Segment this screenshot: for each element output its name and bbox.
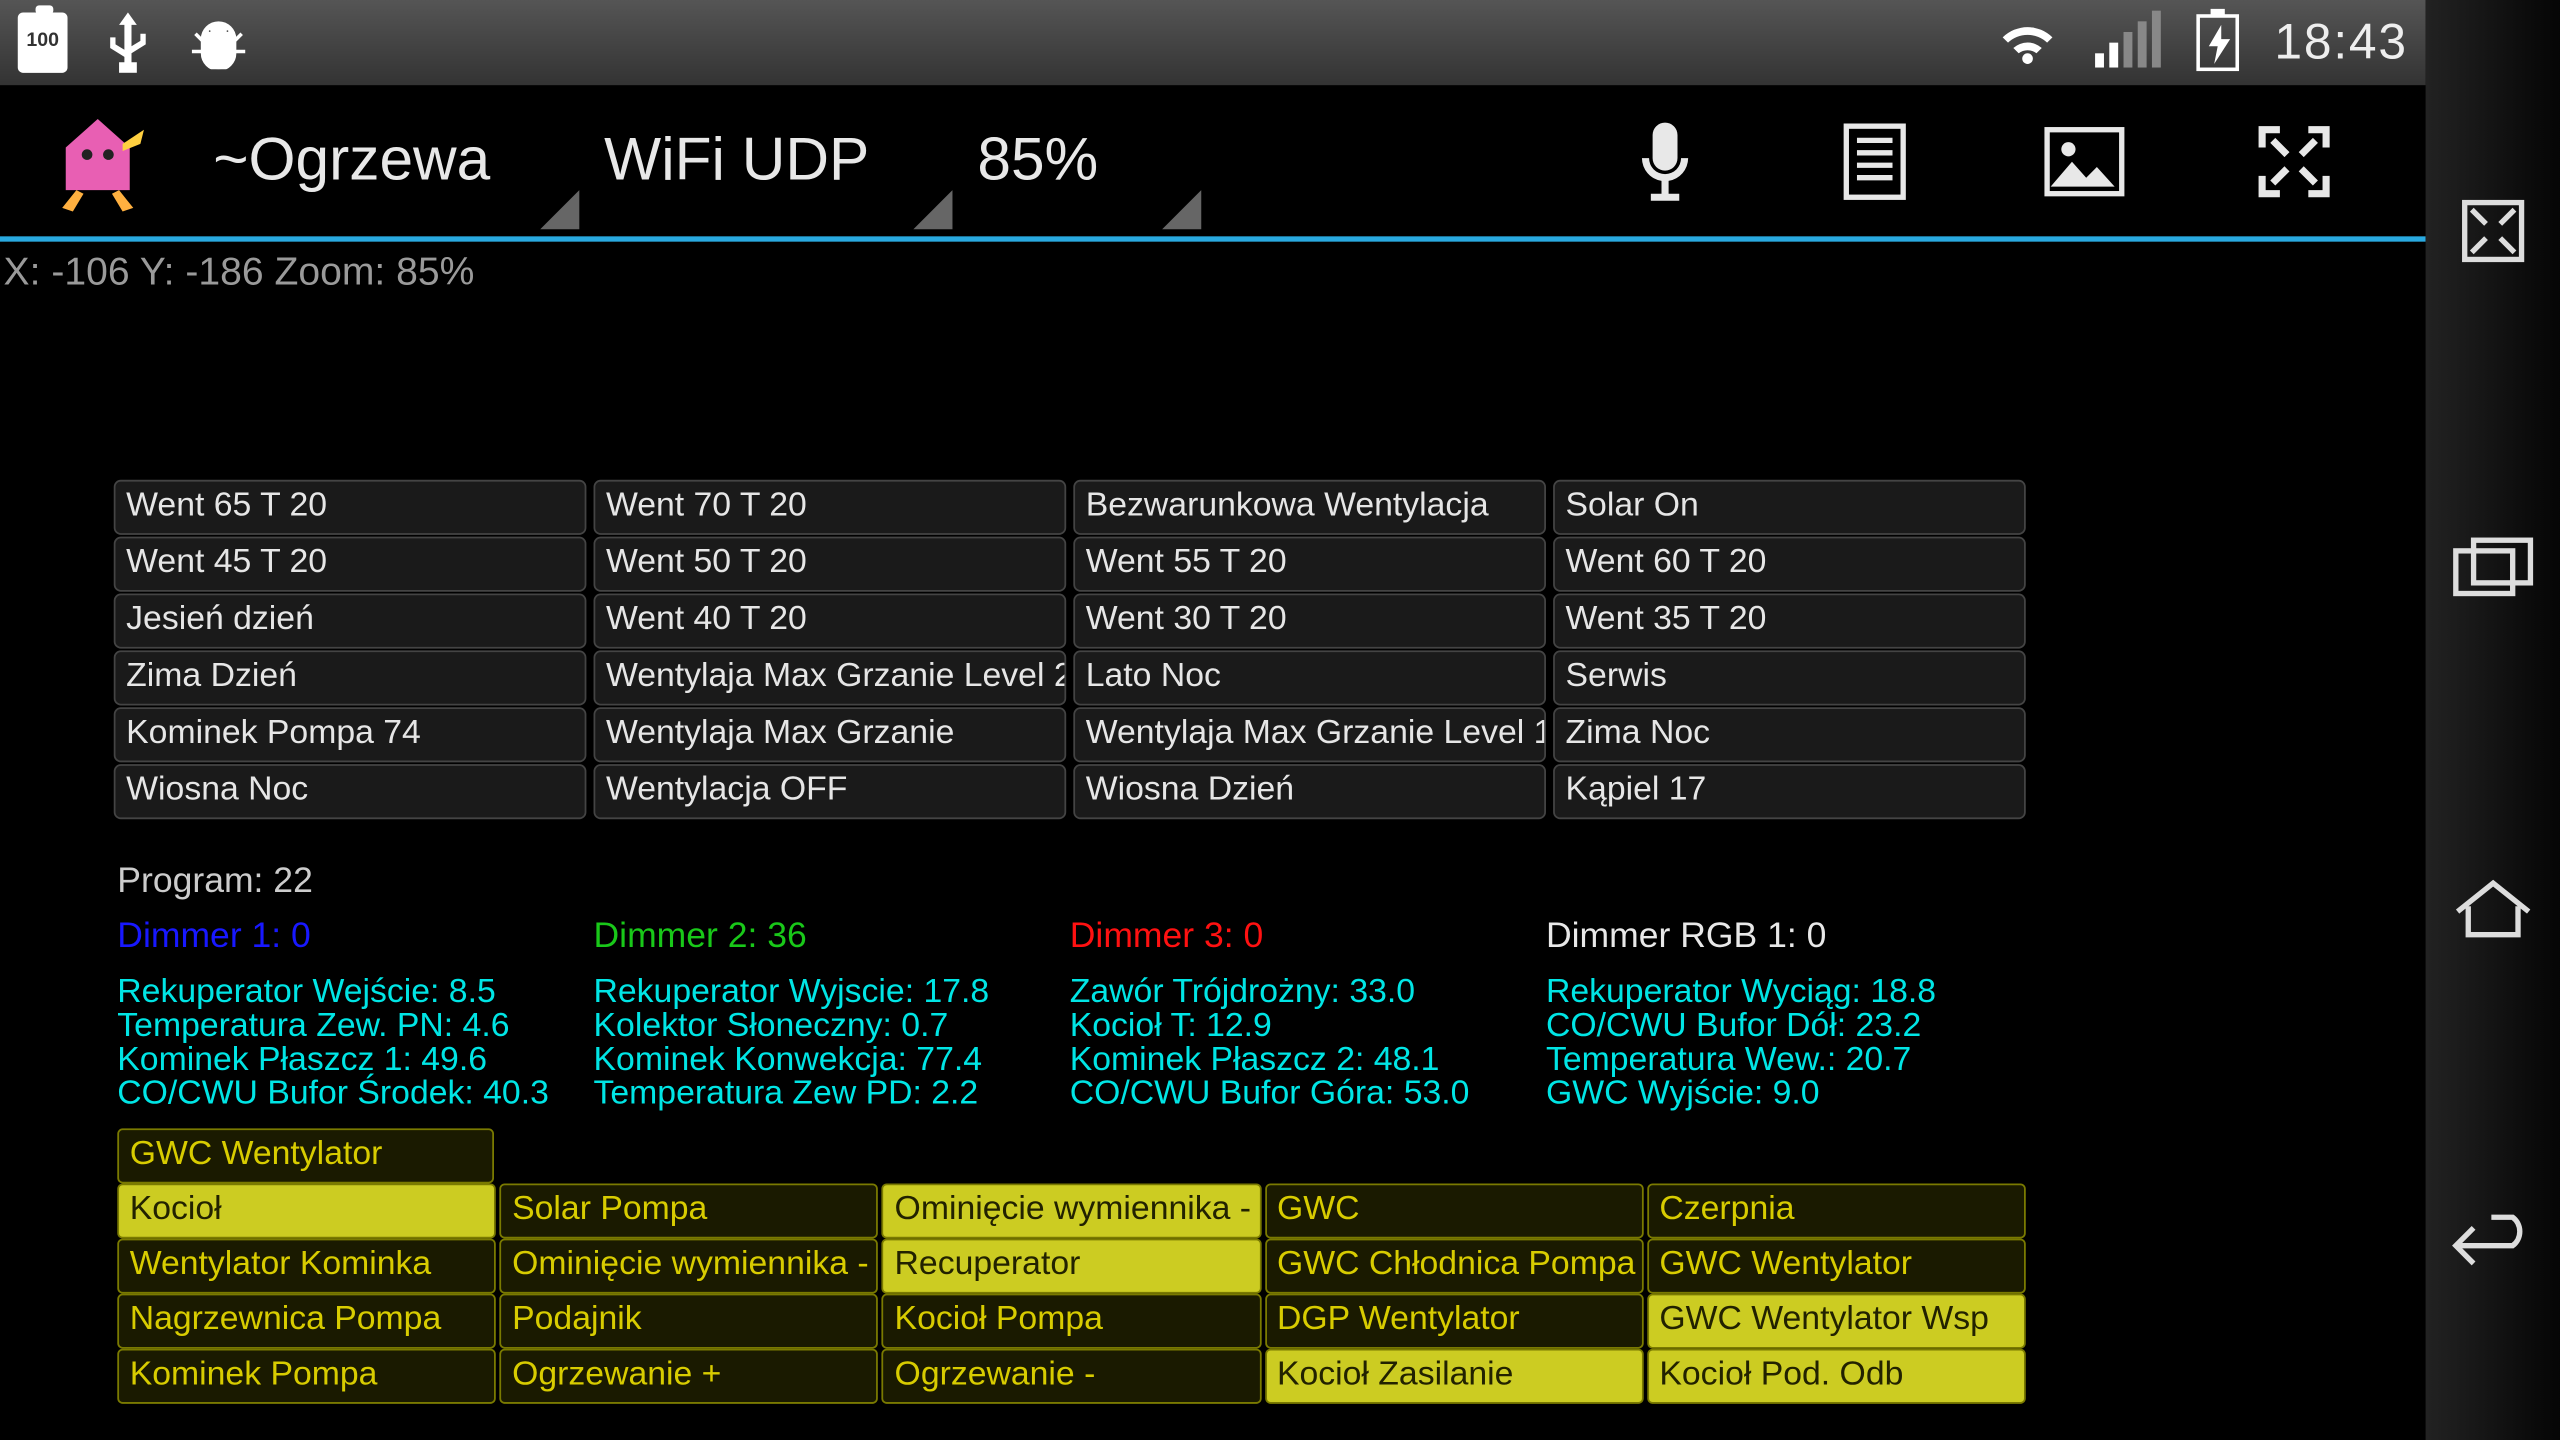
dropdown-triangle-icon bbox=[1162, 189, 1201, 228]
image-button[interactable] bbox=[2042, 118, 2127, 203]
relay-button[interactable]: Ogrzewanie - bbox=[882, 1349, 1261, 1404]
scene-button[interactable]: Went 50 T 20 bbox=[594, 537, 1067, 592]
scene-button[interactable]: Kąpiel 17 bbox=[1553, 764, 2026, 819]
relay-button[interactable]: Czerpnia bbox=[1647, 1183, 2026, 1238]
usb-icon bbox=[103, 12, 153, 72]
sensor-readout: Rekuperator Wyjscie: 17.8 bbox=[594, 976, 1070, 1010]
program-readout: Program: 22 bbox=[117, 862, 2425, 903]
scene-button[interactable]: Went 70 T 20 bbox=[594, 480, 1067, 535]
sensor-readout: CO/CWU Bufor Dół: 23.2 bbox=[1546, 1009, 2022, 1043]
sensor-readout: CO/CWU Bufor Góra: 53.0 bbox=[1070, 1077, 1546, 1111]
nav-back-button[interactable] bbox=[2449, 1210, 2538, 1282]
canvas-coords-readout: X: -106 Y: -186 Zoom: 85% bbox=[0, 242, 2426, 302]
battery-charging-icon bbox=[2196, 14, 2239, 71]
cell-signal-icon bbox=[2095, 18, 2161, 68]
app-action-bar: ~Ogrzewa WiFi UDP 85% bbox=[0, 85, 2426, 241]
connection-spinner[interactable]: WiFi UDP bbox=[586, 83, 959, 239]
relay-button[interactable]: GWC Wentylator bbox=[117, 1128, 494, 1183]
scene-button[interactable]: Wentylaja Max Grzanie Level 1 + DG bbox=[1073, 707, 1546, 762]
sensor-readout: Temperatura Wew.: 20.7 bbox=[1546, 1043, 2022, 1077]
dimmer-2-readout: Dimmer 2: 36 bbox=[594, 917, 1070, 958]
status-clock: 18:43 bbox=[2274, 14, 2407, 71]
scene-button[interactable]: Zima Noc bbox=[1553, 707, 2026, 762]
android-nav-bar bbox=[2426, 0, 2560, 1440]
relay-button[interactable]: Ominięcie wymiennika - Tak bbox=[500, 1239, 879, 1294]
relay-button[interactable]: DGP Wentylator bbox=[1265, 1294, 1644, 1349]
relay-button[interactable]: Kocioł Pompa bbox=[882, 1294, 1261, 1349]
scene-button[interactable]: Lato Noc bbox=[1073, 650, 1546, 705]
sensor-readouts: Rekuperator Wejście: 8.5Temperatura Zew.… bbox=[117, 976, 2022, 1111]
sensor-readout: Zawór Trójdrożny: 33.0 bbox=[1070, 976, 1546, 1010]
scene-button[interactable]: Went 45 T 20 bbox=[114, 537, 587, 592]
relay-button[interactable]: Nagrzewnica Pompa bbox=[117, 1294, 496, 1349]
profile-spinner-label: ~Ogrzewa bbox=[213, 126, 490, 195]
scene-button[interactable]: Went 60 T 20 bbox=[1553, 537, 2026, 592]
scene-button[interactable]: Went 35 T 20 bbox=[1553, 594, 2026, 649]
scene-button[interactable]: Solar On bbox=[1553, 480, 2026, 535]
log-button[interactable] bbox=[1832, 118, 1917, 203]
relay-button[interactable]: GWC Chłodnica Pompa bbox=[1265, 1239, 1644, 1294]
nav-recent-apps-button[interactable] bbox=[2449, 534, 2538, 606]
dropdown-triangle-icon bbox=[913, 189, 952, 228]
relay-button[interactable]: GWC bbox=[1265, 1183, 1644, 1238]
scene-button[interactable]: Went 65 T 20 bbox=[114, 480, 587, 535]
sensor-readout: Kocioł T: 12.9 bbox=[1070, 1009, 1546, 1043]
profile-spinner[interactable]: ~Ogrzewa bbox=[195, 83, 586, 239]
scene-button[interactable]: Bezwarunkowa Wentylacja bbox=[1073, 480, 1546, 535]
scene-button[interactable]: Went 40 T 20 bbox=[594, 594, 1067, 649]
zoom-spinner-label: 85% bbox=[977, 126, 1098, 195]
sensor-readout: GWC Wyjście: 9.0 bbox=[1546, 1077, 2022, 1111]
dropdown-triangle-icon bbox=[540, 189, 579, 228]
dimmer-3-readout: Dimmer 3: 0 bbox=[1070, 917, 1546, 958]
voice-button[interactable] bbox=[1622, 118, 1707, 203]
adb-debug-icon bbox=[188, 16, 248, 69]
sensor-readout: Temperatura Zew. PN: 4.6 bbox=[117, 1009, 593, 1043]
sensor-readout: Kominek Konwekcja: 77.4 bbox=[594, 1043, 1070, 1077]
relay-button[interactable]: GWC Wentylator bbox=[1647, 1239, 2026, 1294]
dimmer-readouts: Dimmer 1: 0 Dimmer 2: 36 Dimmer 3: 0 Dim… bbox=[117, 917, 2022, 958]
scene-button[interactable]: Went 55 T 20 bbox=[1073, 537, 1546, 592]
relay-button[interactable]: Wentylator Kominka bbox=[117, 1239, 496, 1294]
scene-button[interactable]: Wentylaja Max Grzanie Level 2 bbox=[594, 650, 1067, 705]
relay-button[interactable]: Podajnik bbox=[500, 1294, 879, 1349]
dimmer-1-readout: Dimmer 1: 0 bbox=[117, 917, 593, 958]
relay-button[interactable]: Kocioł bbox=[117, 1183, 496, 1238]
sensor-readout: Kolektor Słoneczny: 0.7 bbox=[594, 1009, 1070, 1043]
fullscreen-button[interactable] bbox=[2251, 118, 2336, 203]
scene-button[interactable]: Wiosna Noc bbox=[114, 764, 587, 819]
scene-button[interactable]: Went 30 T 20 bbox=[1073, 594, 1546, 649]
sensor-readout: Kominek Płaszcz 2: 48.1 bbox=[1070, 1043, 1546, 1077]
relay-grid: GWC WentylatorKociołSolar PompaOminięcie… bbox=[117, 1128, 2025, 1403]
nav-home-button[interactable] bbox=[2449, 872, 2538, 944]
connection-spinner-label: WiFi UDP bbox=[604, 126, 869, 195]
scene-button[interactable]: Kominek Pompa 74 bbox=[114, 707, 587, 762]
relay-button[interactable]: Kocioł Pod. Odb bbox=[1647, 1349, 2026, 1404]
relay-button[interactable]: GWC Wentylator Wsp bbox=[1647, 1294, 2026, 1349]
app-logo-icon[interactable] bbox=[18, 99, 178, 223]
wifi-icon bbox=[1995, 18, 2059, 68]
nav-collapse-button[interactable] bbox=[2449, 195, 2538, 267]
scene-button[interactable]: Wiosna Dzień bbox=[1073, 764, 1546, 819]
scene-button[interactable]: Wentylacja OFF bbox=[594, 764, 1067, 819]
sensor-readout: Temperatura Zew PD: 2.2 bbox=[594, 1077, 1070, 1111]
android-status-bar: 100 18:43 bbox=[0, 0, 2426, 85]
relay-button[interactable]: Solar Pompa bbox=[500, 1183, 879, 1238]
battery-full-icon: 100 bbox=[18, 12, 68, 72]
relay-button[interactable]: Kocioł Zasilanie bbox=[1265, 1349, 1644, 1404]
sensor-readout: Kominek Płaszcz 1: 49.6 bbox=[117, 1043, 593, 1077]
scene-button[interactable]: Jesień dzień bbox=[114, 594, 587, 649]
relay-button[interactable]: Ominięcie wymiennika - Nie bbox=[882, 1183, 1261, 1238]
sensor-readout: Rekuperator Wejście: 8.5 bbox=[117, 976, 593, 1010]
zoom-spinner[interactable]: 85% bbox=[960, 83, 1209, 239]
scene-button[interactable]: Wentylaja Max Grzanie bbox=[594, 707, 1067, 762]
scene-button-grid: Went 65 T 20Went 70 T 20Bezwarunkowa Wen… bbox=[114, 480, 2026, 819]
dimmer-rgb-readout: Dimmer RGB 1: 0 bbox=[1546, 917, 2022, 958]
relay-button[interactable]: Recuperator bbox=[882, 1239, 1261, 1294]
sensor-readout: CO/CWU Bufor Środek: 40.3 bbox=[117, 1077, 593, 1111]
relay-button[interactable]: Kominek Pompa bbox=[117, 1349, 496, 1404]
scene-button[interactable]: Zima Dzień bbox=[114, 650, 587, 705]
relay-button[interactable]: Ogrzewanie + bbox=[500, 1349, 879, 1404]
sensor-readout: Rekuperator Wyciąg: 18.8 bbox=[1546, 976, 2022, 1010]
scene-button[interactable]: Serwis bbox=[1553, 650, 2026, 705]
